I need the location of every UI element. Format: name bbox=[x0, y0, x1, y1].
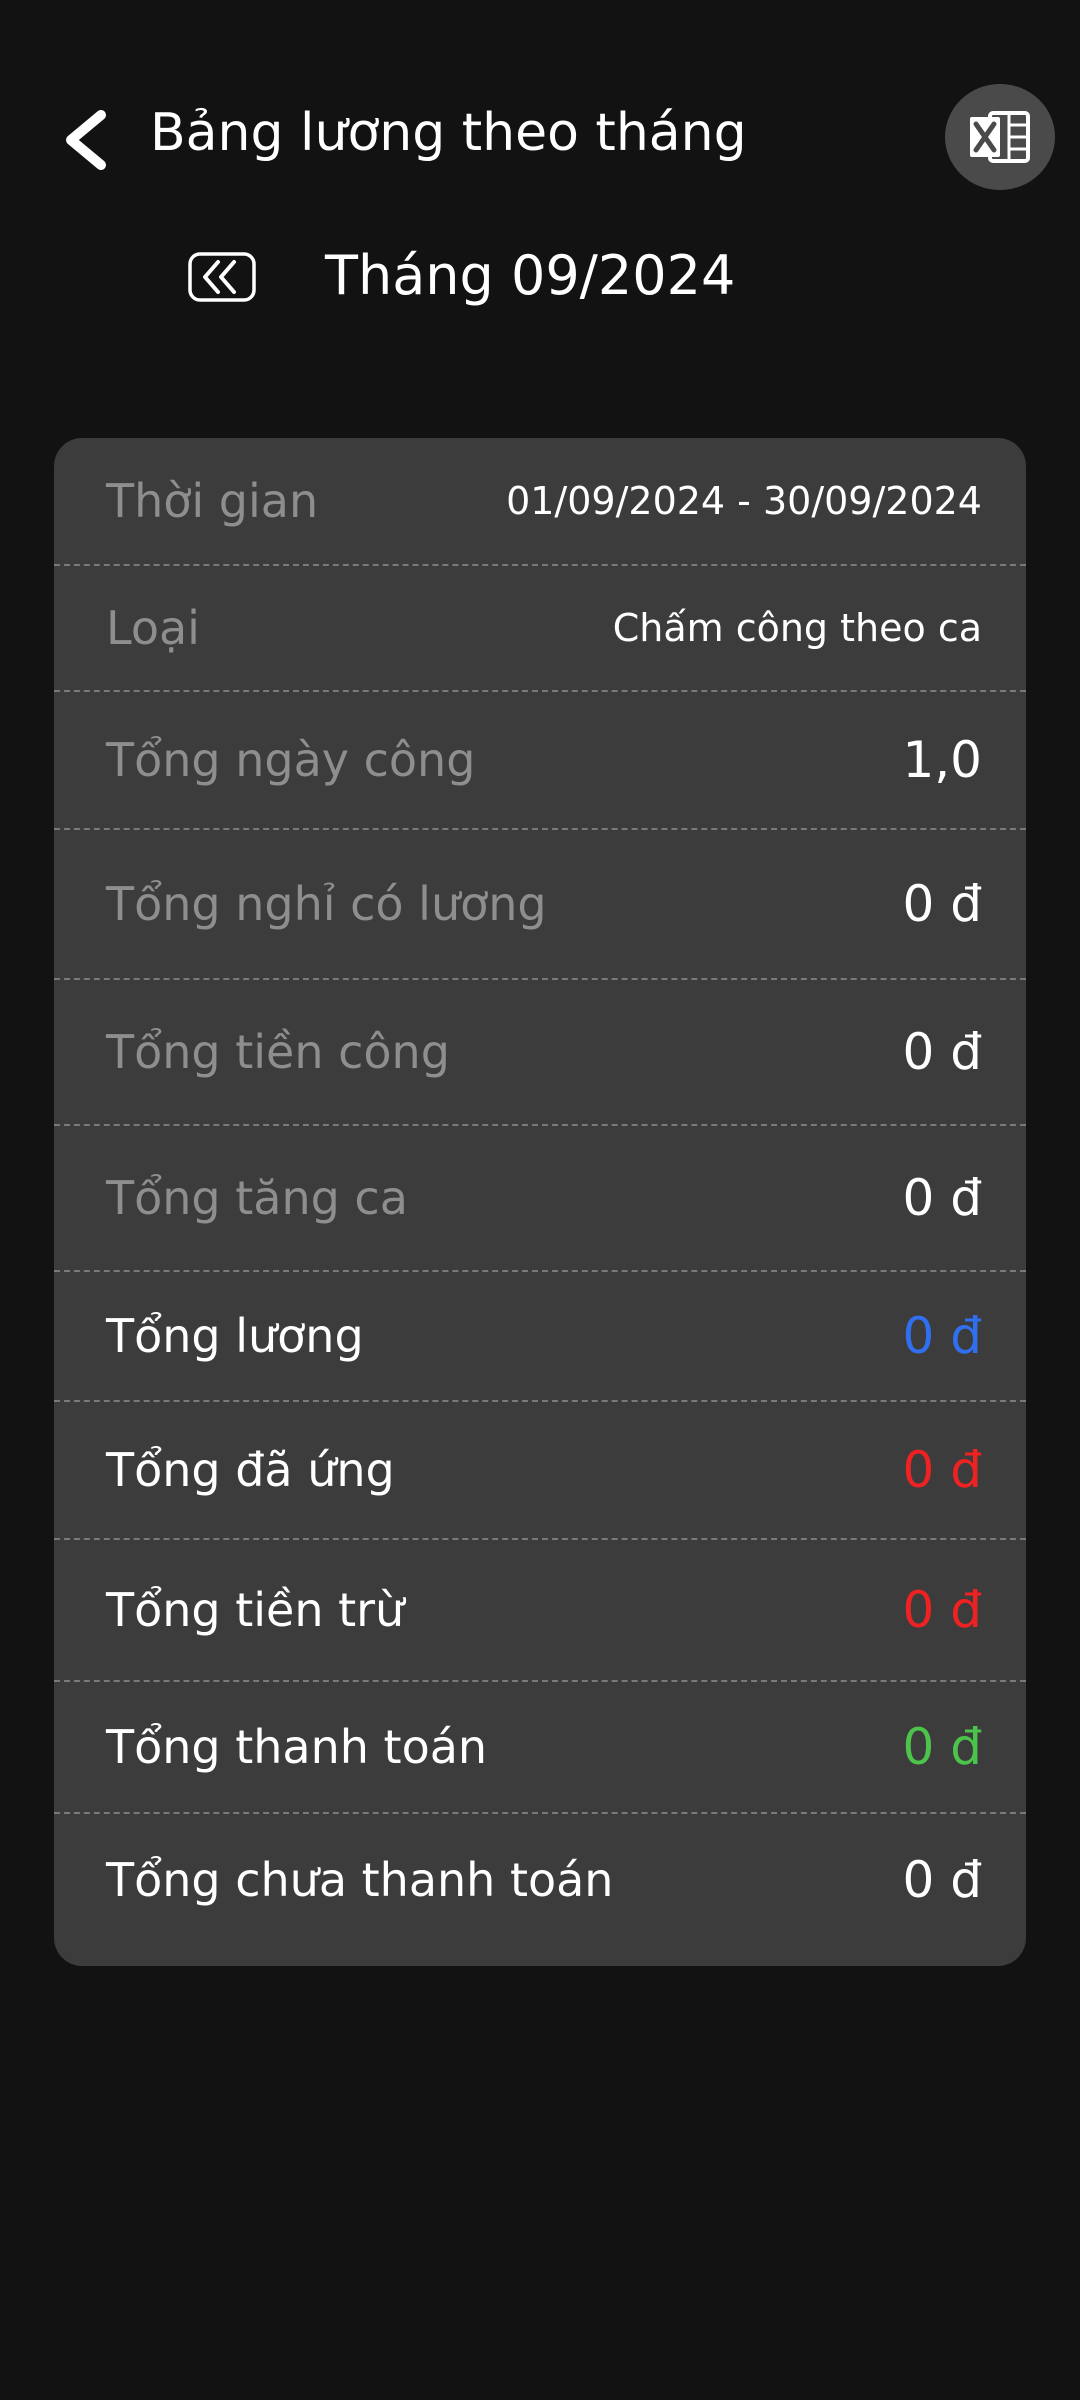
deductions-label: Tổng tiền trừ bbox=[106, 1583, 405, 1637]
time-value: 01/09/2024 - 30/09/2024 bbox=[506, 479, 982, 523]
wages-value: 0 đ bbox=[902, 1023, 982, 1081]
work-days-label: Tổng ngày công bbox=[106, 733, 476, 787]
summary-row-work-days: Tổng ngày công 1,0 bbox=[54, 692, 1026, 830]
time-label: Thời gian bbox=[106, 474, 319, 528]
summary-row-overtime: Tổng tăng ca 0 đ bbox=[54, 1126, 1026, 1272]
type-value: Chấm công theo ca bbox=[612, 606, 982, 650]
deductions-value: 0 đ bbox=[902, 1581, 982, 1639]
summary-row-total-salary: Tổng lương 0 đ bbox=[54, 1272, 1026, 1402]
page-title: Bảng lương theo tháng bbox=[150, 103, 747, 163]
total-salary-value: 0 đ bbox=[902, 1307, 982, 1365]
summary-row-time: Thời gian 01/09/2024 - 30/09/2024 bbox=[54, 438, 1026, 566]
paid-leave-value: 0 đ bbox=[902, 875, 982, 933]
unpaid-label: Tổng chưa thanh toán bbox=[106, 1853, 614, 1907]
paid-value: 0 đ bbox=[902, 1718, 982, 1776]
back-button[interactable] bbox=[50, 100, 120, 180]
summary-row-advanced: Tổng đã ứng 0 đ bbox=[54, 1402, 1026, 1540]
summary-row-deductions: Tổng tiền trừ 0 đ bbox=[54, 1540, 1026, 1682]
paid-leave-label: Tổng nghỉ có lương bbox=[106, 877, 547, 931]
summary-row-paid-leave: Tổng nghỉ có lương 0 đ bbox=[54, 830, 1026, 980]
current-month-label: Tháng 09/2024 bbox=[325, 244, 736, 307]
summary-row-type: Loại Chấm công theo ca bbox=[54, 566, 1026, 692]
total-salary-label: Tổng lương bbox=[106, 1309, 364, 1363]
excel-export-icon bbox=[970, 111, 1030, 163]
unpaid-value: 0 đ bbox=[902, 1851, 982, 1909]
summary-row-paid: Tổng thanh toán 0 đ bbox=[54, 1682, 1026, 1814]
overtime-value: 0 đ bbox=[902, 1169, 982, 1227]
previous-month-button[interactable] bbox=[188, 252, 256, 302]
summary-row-wages: Tổng tiền công 0 đ bbox=[54, 980, 1026, 1126]
salary-summary-card: Thời gian 01/09/2024 - 30/09/2024 Loại C… bbox=[54, 438, 1026, 1966]
advanced-label: Tổng đã ứng bbox=[106, 1443, 395, 1497]
overtime-label: Tổng tăng ca bbox=[106, 1171, 408, 1225]
work-days-value: 1,0 bbox=[902, 731, 982, 789]
paid-label: Tổng thanh toán bbox=[106, 1720, 488, 1774]
double-chevron-left-icon bbox=[188, 252, 256, 302]
chevron-left-icon bbox=[66, 110, 106, 170]
export-excel-button[interactable] bbox=[945, 84, 1055, 190]
advanced-value: 0 đ bbox=[902, 1441, 982, 1499]
month-selector: Tháng 09/2024 bbox=[0, 230, 1080, 320]
wages-label: Tổng tiền công bbox=[106, 1025, 450, 1079]
app-header: Bảng lương theo tháng bbox=[0, 0, 1080, 220]
type-label: Loại bbox=[106, 601, 200, 655]
summary-row-unpaid: Tổng chưa thanh toán 0 đ bbox=[54, 1814, 1026, 1946]
